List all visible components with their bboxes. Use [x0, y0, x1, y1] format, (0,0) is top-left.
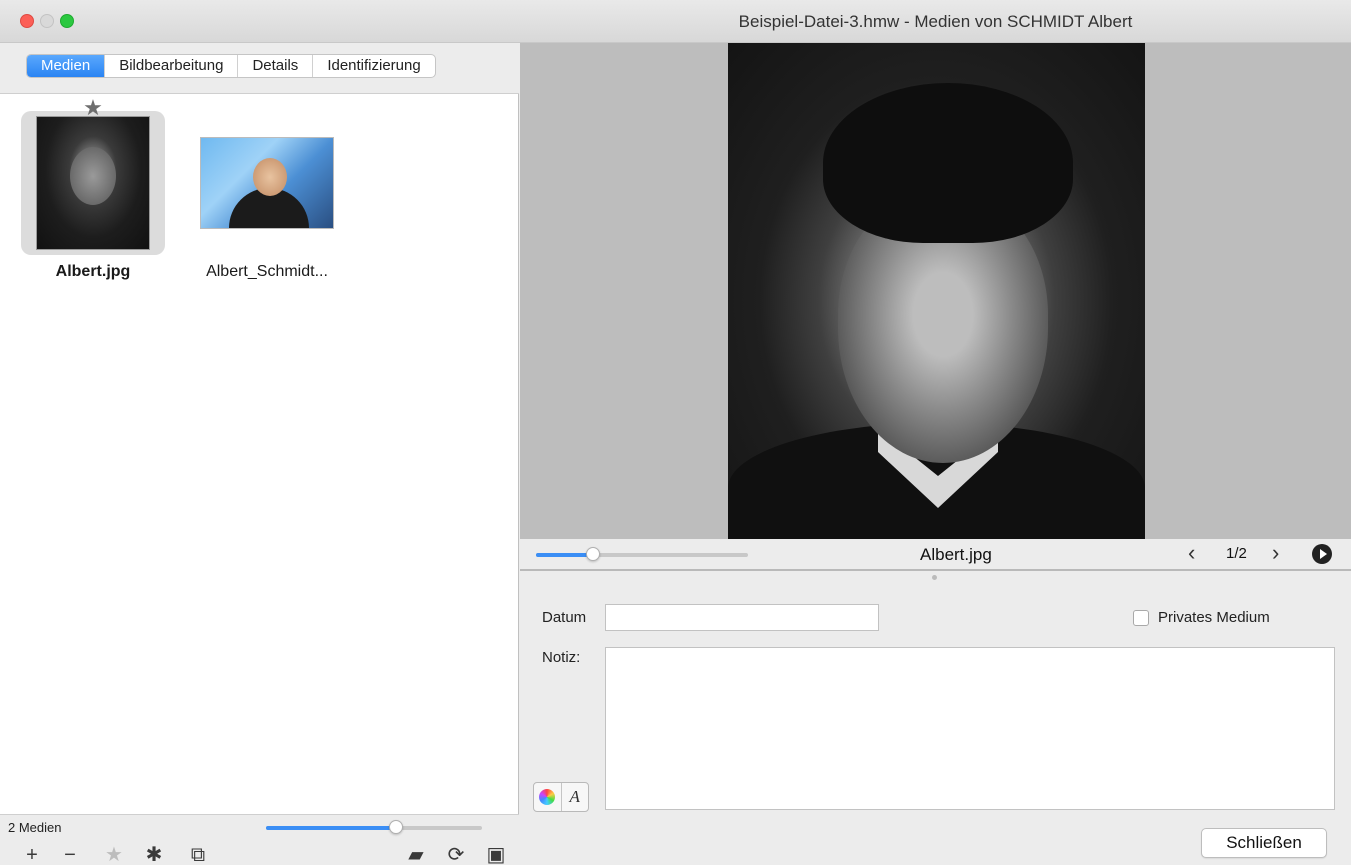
- media-thumbnail[interactable]: [195, 111, 339, 255]
- media-grid: ★ Albert.jpg Albert_Schmidt...: [0, 94, 519, 814]
- font-button[interactable]: A: [562, 783, 589, 811]
- slider-knob[interactable]: [586, 547, 600, 561]
- media-item-label: Albert.jpg: [55, 263, 131, 280]
- image-viewer: [520, 43, 1351, 539]
- folder-icon[interactable]: ▰: [404, 845, 428, 865]
- save-icon[interactable]: ▣: [484, 845, 508, 865]
- color-picker-button[interactable]: [534, 783, 562, 811]
- refresh-icon[interactable]: ⟳: [444, 845, 468, 865]
- thumbnail-size-slider[interactable]: [266, 820, 482, 834]
- plus-icon[interactable]: +: [20, 845, 44, 865]
- text-format-controls: A: [533, 782, 589, 812]
- zoom-slider[interactable]: [536, 547, 748, 561]
- gallery-icon[interactable]: ⧉: [186, 845, 210, 865]
- tab-bildbearbeitung[interactable]: Bildbearbeitung: [105, 55, 239, 77]
- media-count: 2 Medien: [8, 820, 62, 835]
- portrait-thumbnail: [36, 116, 150, 250]
- datum-field[interactable]: [605, 604, 879, 631]
- splitter-handle[interactable]: [932, 575, 937, 580]
- window-title: Beispiel-Datei-3.hmw - Medien von SCHMID…: [738, 12, 1133, 31]
- color-wheel-icon: [539, 789, 556, 805]
- chevron-left-icon[interactable]: ‹: [1188, 541, 1195, 565]
- media-thumbnail-selected[interactable]: ★: [21, 97, 165, 255]
- media-item-label: Albert_Schmidt...: [206, 263, 328, 280]
- media-item-albert[interactable]: ★ Albert.jpg: [18, 97, 168, 281]
- notiz-label: Notiz:: [542, 649, 581, 666]
- status-bar: 2 Medien + − ★ ✱ ⧉ ▰ ⟳ ▣: [0, 814, 519, 865]
- tab-medien[interactable]: Medien: [27, 55, 106, 77]
- color-photo-thumbnail: [200, 137, 334, 229]
- title-bar: Beispiel-Datei-3.hmw - Medien von SCHMID…: [0, 0, 1351, 43]
- star-icon[interactable]: ★: [102, 845, 126, 865]
- page-indicator: 1/2: [1226, 545, 1247, 562]
- viewer-toolbar: Albert.jpg ‹ 1/2 ›: [520, 539, 1351, 571]
- datum-label: Datum: [542, 609, 587, 626]
- media-detail-panel: Albert.jpg ‹ 1/2 › Datum Privates Medium…: [520, 43, 1351, 865]
- gear-icon[interactable]: ✱: [142, 845, 166, 865]
- play-icon[interactable]: [1312, 544, 1332, 564]
- chevron-right-icon[interactable]: ›: [1272, 541, 1279, 565]
- star-icon: ★: [83, 95, 103, 120]
- tab-identifizierung[interactable]: Identifizierung: [313, 55, 434, 77]
- slider-knob[interactable]: [389, 820, 403, 834]
- close-button[interactable]: Schließen: [1201, 828, 1327, 858]
- tab-segmented-control: Medien Bildbearbeitung Details Identifiz…: [26, 54, 436, 78]
- media-item-albert-schmidt[interactable]: Albert_Schmidt...: [192, 111, 342, 281]
- tab-details[interactable]: Details: [238, 55, 314, 77]
- private-label: Privates Medium: [1158, 609, 1270, 626]
- minus-icon[interactable]: −: [58, 845, 82, 865]
- current-file-name: Albert.jpg: [920, 545, 992, 564]
- media-browser-panel: Medien Bildbearbeitung Details Identifiz…: [0, 43, 519, 865]
- slider-fill: [536, 553, 593, 557]
- notiz-textarea[interactable]: [605, 647, 1335, 810]
- private-checkbox[interactable]: [1133, 610, 1149, 626]
- portrait-photo: [728, 43, 1145, 539]
- font-icon: A: [569, 787, 580, 806]
- tab-bar: Medien Bildbearbeitung Details Identifiz…: [0, 43, 519, 94]
- slider-fill: [266, 826, 396, 830]
